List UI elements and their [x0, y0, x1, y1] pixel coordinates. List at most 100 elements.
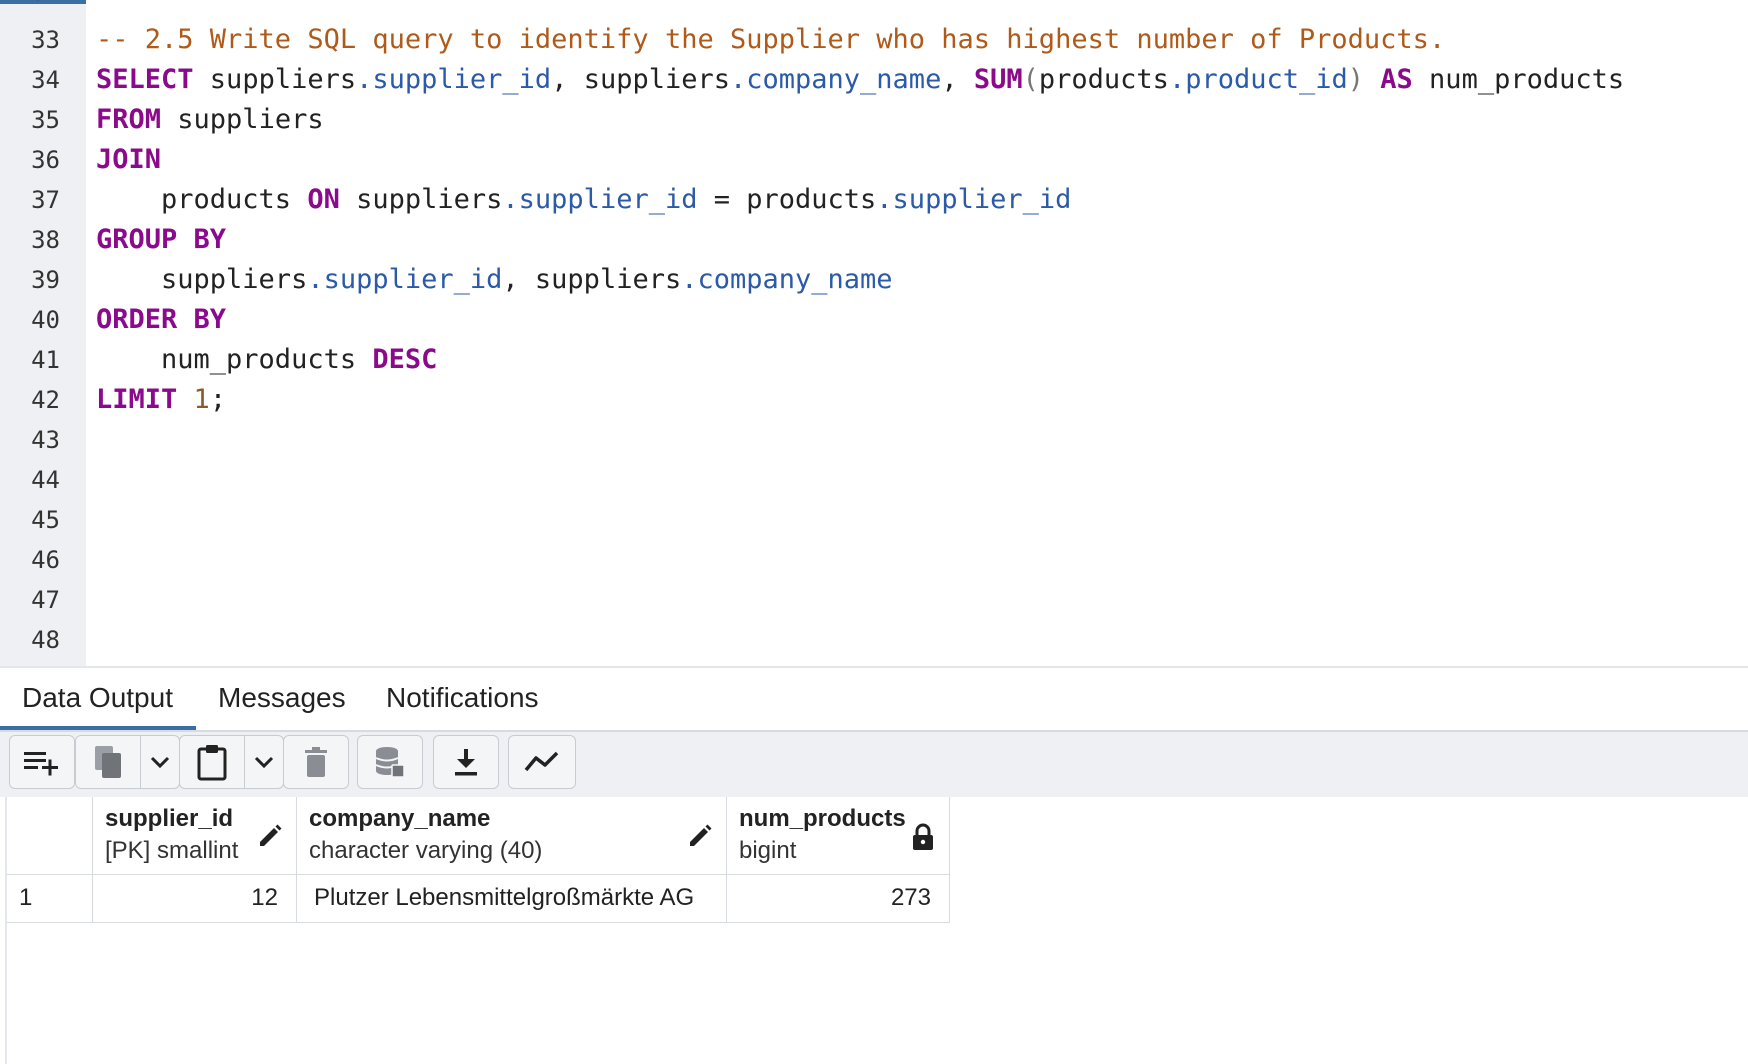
sql-keyword: AS — [1380, 64, 1413, 95]
sql-field: .product_id — [1168, 64, 1348, 95]
line-number: 46 — [31, 546, 60, 574]
data-output-toolbar — [0, 732, 1748, 798]
copy-icon — [95, 746, 121, 778]
column-type: character varying (40) — [309, 837, 543, 864]
code-line[interactable]: ORDER BY — [96, 300, 226, 340]
sql-field: .supplier_id — [876, 184, 1072, 215]
paste-options-dropdown[interactable] — [244, 735, 284, 789]
sql-keyword: DESC — [372, 344, 438, 375]
code-line[interactable]: products ON suppliers.supplier_id = prod… — [96, 180, 1071, 220]
lock-icon — [913, 823, 933, 850]
line-number: 45 — [31, 506, 60, 534]
graph-icon — [524, 751, 559, 772]
sql-text: ; — [209, 384, 227, 415]
sql-editor[interactable]: 32 33 34 35 36 37 38 39 40 41 42 43 44 4… — [0, 0, 1748, 668]
sql-text: suppliers — [339, 184, 503, 215]
save-data-icon — [375, 747, 405, 778]
copy-button[interactable] — [75, 735, 141, 789]
sql-keyword: LIMIT — [96, 384, 178, 415]
column-type: [PK] smallint — [105, 837, 239, 864]
table-cell-supplier-id[interactable]: 12 — [93, 875, 297, 923]
code-line[interactable]: num_products DESC — [96, 340, 437, 380]
sql-field: .supplier_id — [356, 64, 552, 95]
save-data-button[interactable] — [357, 735, 423, 789]
paste-icon — [197, 745, 227, 781]
sql-text: , suppliers — [502, 264, 682, 295]
line-number: 32 — [0, 0, 60, 12]
results-grid: supplier_id [PK] smallint company_name c… — [0, 797, 1748, 1064]
line-number: 33 — [31, 26, 60, 54]
sql-field: .company_name — [730, 64, 942, 95]
column-name: company_name — [309, 805, 491, 832]
table-cell-company-name[interactable]: Plutzer Lebensmittelgroßmärkte AG — [297, 875, 727, 923]
table-cell-num-products[interactable]: 273 — [727, 875, 950, 923]
row-number[interactable]: 1 — [7, 875, 93, 923]
line-number: 39 — [31, 266, 60, 294]
pencil-icon[interactable] — [687, 823, 713, 849]
pencil-icon[interactable] — [257, 823, 283, 849]
code-line[interactable]: FROM suppliers — [96, 100, 324, 140]
sql-field: .company_name — [681, 264, 893, 295]
sql-field: .supplier_id — [502, 184, 698, 215]
line-number: 34 — [31, 66, 60, 94]
sql-keyword: SELECT — [96, 64, 194, 95]
column-name: supplier_id — [105, 805, 234, 832]
download-icon — [455, 749, 477, 776]
line-number: 44 — [31, 466, 60, 494]
chevron-down-icon — [254, 756, 274, 769]
sql-comment: -- 2.5 Write SQL query to identify the S… — [96, 24, 1446, 55]
delete-row-button[interactable] — [283, 735, 349, 789]
code-line[interactable]: LIMIT 1; — [96, 380, 226, 420]
line-number: 41 — [31, 346, 60, 374]
sql-text: products — [1038, 64, 1169, 95]
column-header-company-name[interactable]: company_name character varying (40) — [297, 797, 727, 875]
code-line[interactable]: suppliers.supplier_id, suppliers.company… — [96, 260, 893, 300]
sql-text: = products — [697, 184, 877, 215]
column-type: bigint — [739, 837, 797, 864]
download-button[interactable] — [433, 735, 499, 789]
code-line[interactable]: JOIN — [96, 140, 161, 180]
sql-text: , — [941, 64, 974, 95]
tab-messages[interactable]: Messages — [196, 668, 368, 730]
delete-icon — [305, 747, 327, 777]
copy-options-dropdown[interactable] — [140, 735, 180, 789]
line-number-gutter: 32 33 34 35 36 37 38 39 40 41 42 43 44 4… — [0, 0, 86, 668]
paste-button[interactable] — [179, 735, 245, 789]
code-line[interactable]: SELECT suppliers.supplier_id, suppliers.… — [96, 60, 1624, 100]
sql-text: products — [96, 184, 308, 215]
code-line[interactable]: -- 2.5 Write SQL query to identify the S… — [96, 20, 1445, 60]
graph-visualiser-button[interactable] — [508, 735, 576, 789]
column-header-num-products[interactable]: num_products bigint — [727, 797, 950, 875]
sql-text: num_products — [96, 344, 373, 375]
code-line[interactable]: GROUP BY — [96, 220, 226, 260]
tab-data-output[interactable]: Data Output — [0, 668, 196, 730]
column-name: num_products — [739, 805, 906, 832]
line-number: 47 — [31, 586, 60, 614]
line-number: 42 — [31, 386, 60, 414]
tab-notifications[interactable]: Notifications — [364, 668, 561, 730]
line-number: 43 — [31, 426, 60, 454]
sql-text: , suppliers — [551, 64, 730, 95]
line-number: 48 — [31, 626, 60, 654]
sql-keyword: ORDER BY — [96, 304, 227, 335]
sql-text: suppliers — [161, 104, 324, 135]
chevron-down-icon — [150, 756, 170, 769]
sql-keyword: FROM — [96, 104, 162, 135]
sql-text: suppliers — [96, 264, 308, 295]
sql-number: 1 — [193, 384, 210, 415]
sql-paren: ) — [1347, 64, 1365, 95]
sql-text: num_products — [1412, 64, 1625, 95]
add-row-button[interactable] — [9, 735, 75, 789]
result-tabs: Data Output Messages Notifications — [0, 668, 1748, 732]
sql-text: suppliers — [193, 64, 357, 95]
sql-paren: ( — [1022, 64, 1039, 95]
line-number: 38 — [31, 226, 60, 254]
sql-keyword: ON — [307, 184, 340, 215]
sql-field: .supplier_id — [307, 264, 503, 295]
line-number: 40 — [31, 306, 60, 334]
line-number: 37 — [31, 186, 60, 214]
column-header-supplier-id[interactable]: supplier_id [PK] smallint — [93, 797, 297, 875]
row-number-header[interactable] — [7, 797, 93, 875]
